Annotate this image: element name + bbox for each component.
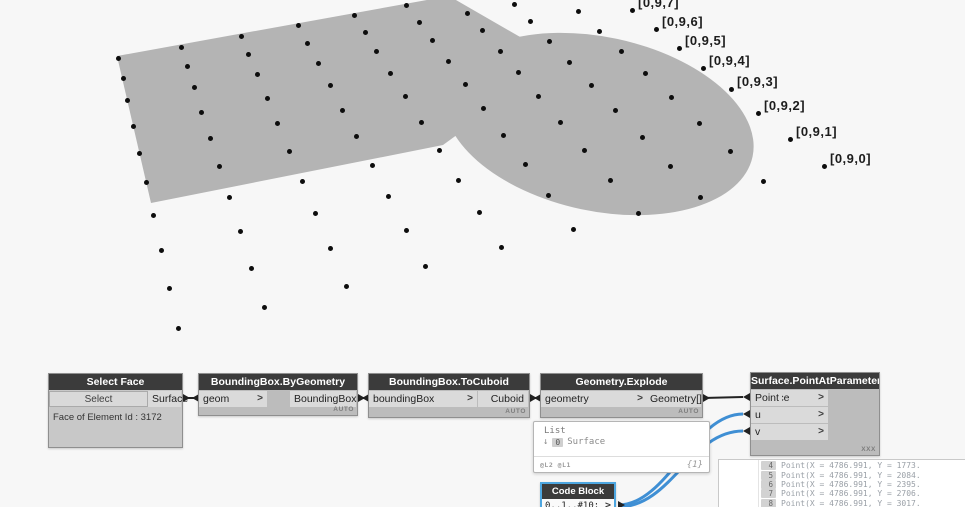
chevron-right-icon: >: [257, 393, 263, 404]
row-point-text: Point(X = 4786.991, Y = 2395.: [781, 479, 921, 489]
port-in-boundingbox[interactable]: boundingBox >: [369, 391, 477, 407]
code-block-code[interactable]: 0..1..#10;: [545, 501, 599, 507]
output-list-row: 4 Point(X = 4786.991, Y = 1773.: [761, 461, 965, 471]
row-index-badge: 8: [761, 498, 776, 507]
output-list-row: 7 Point(X = 4786.991, Y = 2706.: [761, 489, 965, 499]
port-out-boundingbox[interactable]: BoundingBox: [290, 391, 356, 407]
node-title[interactable]: BoundingBox.ByGeometry: [199, 374, 357, 390]
dynamo-workspace[interactable]: [0,9,0] [0,9,1] [0,9,2] [0,9,3] [0,9,4] [0,9,…: [0, 0, 965, 507]
port-label: geometry: [545, 393, 589, 405]
port-in-v[interactable]: v >: [751, 424, 828, 440]
port-out-point[interactable]: Point: [751, 390, 782, 406]
chevron-right-icon: >: [818, 392, 824, 403]
port-label: geom: [203, 393, 230, 405]
output-rows: 4 Point(X = 4786.991, Y = 1773. 5 Point(X =…: [761, 461, 965, 507]
node-boundingbox-tocuboid[interactable]: BoundingBox.ToCuboid boundingBox > Cuboi…: [368, 373, 530, 418]
node-title[interactable]: BoundingBox.ToCuboid: [369, 374, 529, 390]
node-title[interactable]: Select Face: [49, 374, 182, 390]
node-title[interactable]: Surface.PointAtParameter: [751, 373, 879, 389]
output-nub-icon: [703, 394, 710, 402]
input-nub-icon: [743, 393, 750, 401]
chevron-right-icon: >: [818, 426, 824, 437]
node-select-face[interactable]: Select Face Select Surface Face of Eleme…: [48, 373, 188, 448]
preview-bubble[interactable]: List ↓ 0 Surface @L2 @L1 {1}: [533, 421, 710, 473]
port-label: boundingBox: [373, 393, 435, 405]
preview-list-item: ↓ 0 Surface: [543, 437, 709, 447]
preview-list-header: List: [544, 426, 566, 436]
item-index-badge: 0: [552, 437, 564, 447]
output-list-row: 6 Point(X = 4786.991, Y = 2395.: [761, 479, 965, 489]
input-nub-icon: [743, 410, 750, 418]
panel-divider: [758, 460, 759, 507]
port-out-cuboid[interactable]: Cuboid: [478, 391, 528, 407]
lacing-badge[interactable]: AUTO: [505, 408, 526, 415]
node-geometry-explode[interactable]: Geometry.Explode geometry > Geometry[] A…: [540, 373, 703, 418]
row-point-text: Point(X = 4786.991, Y = 2084.: [781, 470, 921, 480]
arrow-down-icon: ↓: [543, 437, 549, 447]
port-in-geometry[interactable]: geometry >: [541, 391, 647, 407]
select-button[interactable]: Select: [49, 391, 148, 407]
list-count: {1}: [686, 459, 703, 470]
item-type: Surface: [567, 437, 606, 447]
chevron-right-icon: >: [467, 393, 473, 404]
port-out-surface[interactable]: Surface: [148, 391, 188, 407]
row-point-text: Point(X = 4786.991, Y = 3017.: [781, 498, 921, 507]
list-levels[interactable]: @L2 @L1: [540, 461, 571, 469]
port-in-geom[interactable]: geom >: [199, 391, 267, 407]
row-index-badge: 6: [761, 479, 776, 489]
row-point-text: Point(X = 4786.991, Y = 2706.: [781, 489, 921, 499]
output-list-row: 8 Point(X = 4786.991, Y = 3017.: [761, 498, 965, 507]
row-index-badge: 5: [761, 470, 776, 480]
port-label: u: [755, 409, 761, 421]
node-code-block[interactable]: Code Block 0..1..#10; >: [540, 482, 616, 507]
row-index-badge: 4: [761, 461, 776, 471]
row-point-text: Point(X = 4786.991, Y = 1773.: [781, 461, 921, 471]
node-title[interactable]: Geometry.Explode: [541, 374, 702, 390]
chevron-right-icon: >: [818, 409, 824, 420]
port-in-u[interactable]: u >: [751, 407, 828, 423]
chevron-right-icon: >: [604, 500, 611, 507]
node-boundingbox-bygeometry[interactable]: BoundingBox.ByGeometry geom > BoundingBo…: [198, 373, 358, 416]
chevron-right-icon: >: [637, 393, 643, 404]
port-out-geometry-array[interactable]: Geometry[]: [646, 391, 702, 407]
node-surface-pointatparameter[interactable]: Surface.PointAtParameter surface > u > v…: [750, 372, 880, 456]
row-index-badge: 7: [761, 489, 776, 499]
output-list-row: 5 Point(X = 4786.991, Y = 2084.: [761, 470, 965, 480]
input-nub-icon: [743, 427, 750, 435]
lacing-badge[interactable]: XXX: [861, 446, 876, 453]
lacing-badge[interactable]: AUTO: [333, 406, 354, 413]
port-label: v: [755, 426, 761, 438]
output-list-panel[interactable]: 4 Point(X = 4786.991, Y = 1773. 5 Point(X =…: [718, 459, 965, 507]
selected-element-text: Face of Element Id : 3172: [53, 412, 162, 423]
node-title[interactable]: Code Block: [542, 484, 614, 499]
lacing-badge[interactable]: AUTO: [678, 408, 699, 415]
